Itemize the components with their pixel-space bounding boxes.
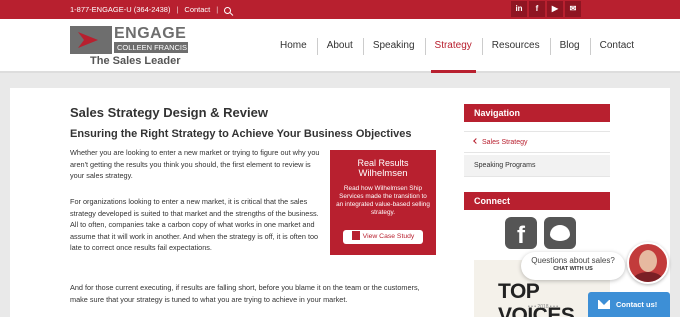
top-bar: 1-877-ENGAGE-U (364-2438) | Contact | in… <box>0 0 680 19</box>
separator: | <box>176 5 179 14</box>
envelope-icon <box>598 300 610 309</box>
logo-mark-icon <box>70 26 112 54</box>
contact-us-label: Contact us! <box>616 300 658 309</box>
sidebar-connect-title: Connect <box>464 192 610 210</box>
site-logo[interactable]: ENGAGE COLLEEN FRANCIS The Sales Leader <box>70 25 190 70</box>
page-title: Sales Strategy Design & Review <box>70 105 268 120</box>
nav-blog[interactable]: Blog <box>549 19 590 73</box>
phone-number[interactable]: 1-877-ENGAGE-U (364-2438) <box>70 5 170 14</box>
facebook-icon[interactable]: f <box>505 217 537 249</box>
nav-about[interactable]: About <box>316 19 363 73</box>
facebook-icon[interactable]: f <box>529 1 545 17</box>
twitter-icon[interactable] <box>544 217 576 249</box>
pdf-icon <box>351 230 360 240</box>
linkedin-icon[interactable]: in <box>511 1 527 17</box>
case-study-heading: Real Results <box>357 158 409 168</box>
site-header: ENGAGE COLLEEN FRANCIS The Sales Leader … <box>0 19 680 73</box>
logo-engage: ENGAGE <box>114 25 187 42</box>
chat-bubble[interactable]: Questions about sales? CHAT WITH US <box>521 252 625 280</box>
sidebar-item-speaking-programs[interactable]: Speaking Programs <box>464 155 610 177</box>
nav-contact[interactable]: Contact <box>589 19 644 73</box>
nav-strategy[interactable]: Strategy <box>424 19 482 73</box>
chevron-left-icon <box>473 138 479 144</box>
contact-us-button[interactable]: Contact us! <box>588 292 670 317</box>
intro-paragraph: Whether you are looking to enter a new m… <box>70 148 320 180</box>
market-paragraph: For organizations looking to enter a new… <box>70 197 319 252</box>
page-subtitle: Ensuring the Right Strategy to Achieve Y… <box>70 128 412 140</box>
separator: | <box>216 5 219 14</box>
logo-tagline: The Sales Leader <box>90 55 181 67</box>
search-icon[interactable] <box>224 7 232 14</box>
social-links: in f ▶ ✉ <box>511 1 581 17</box>
youtube-icon[interactable]: ▶ <box>547 1 563 17</box>
email-icon[interactable]: ✉ <box>565 1 581 17</box>
top-voices-year: • • • 2018 • • • <box>528 304 558 310</box>
case-study-company: Wilhelmsen <box>358 168 408 179</box>
nav-speaking[interactable]: Speaking <box>362 19 425 73</box>
top-contact-link[interactable]: Contact <box>184 5 210 14</box>
main-content: Sales Strategy Design & Review Ensuring … <box>10 88 670 317</box>
chat-avatar[interactable] <box>627 242 669 284</box>
view-case-study-label: View Case Study <box>362 233 415 240</box>
sidebar-item-label: Sales Strategy <box>482 139 528 146</box>
nav-home[interactable]: Home <box>270 19 317 73</box>
chat-cta: CHAT WITH US <box>553 266 593 272</box>
sidebar-item-sales-strategy[interactable]: Sales Strategy <box>464 131 610 153</box>
sidebar-navigation-title: Navigation <box>464 104 610 122</box>
nav-resources[interactable]: Resources <box>481 19 550 73</box>
execution-paragraph: And for those current executing, if resu… <box>70 283 420 304</box>
case-study-description: Read how Wilhelmsen Ship Services made t… <box>336 185 430 216</box>
view-case-study-button[interactable]: View Case Study <box>343 230 423 244</box>
main-nav: Home About Speaking Strategy Resources B… <box>270 19 644 73</box>
logo-name: COLLEEN FRANCIS <box>114 42 188 53</box>
case-study-box: Real Results Wilhelmsen Read how Wilhelm… <box>330 150 436 255</box>
chat-question: Questions about sales? <box>531 256 615 265</box>
